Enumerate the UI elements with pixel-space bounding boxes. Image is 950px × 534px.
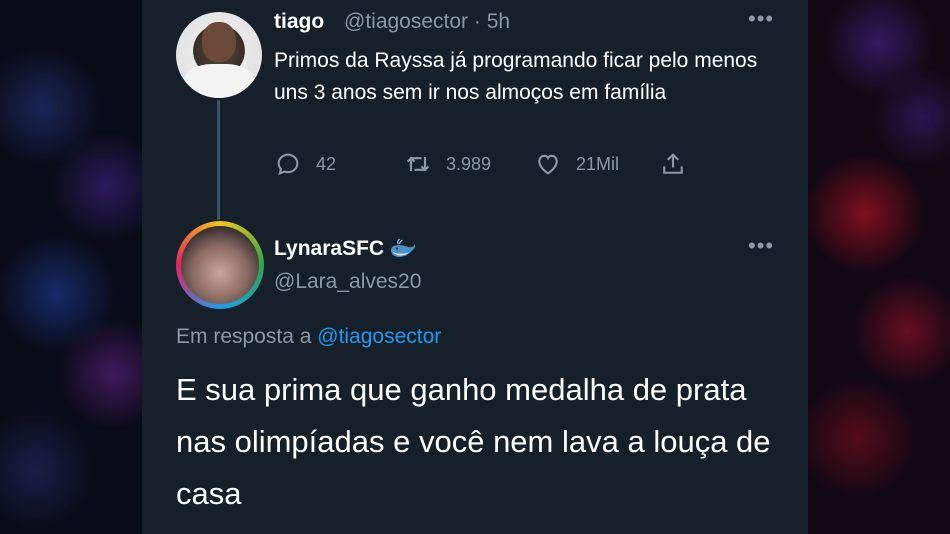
retweet-button[interactable]: 3.989 (404, 150, 491, 178)
avatar-face (202, 22, 236, 62)
tweet-author-handle[interactable]: @tiagosector (344, 10, 468, 33)
tweet-actions: 42 3.989 21Mil (274, 150, 704, 182)
reply-count: 42 (316, 153, 337, 174)
replying-to-prefix: Em resposta a (176, 325, 312, 348)
reply-author-name[interactable]: LynaraSFC (274, 237, 384, 261)
more-horizontal-icon[interactable]: ••• (748, 8, 774, 30)
avatar[interactable] (176, 12, 262, 98)
heart-icon (538, 154, 558, 175)
tweet-time[interactable]: 5h (487, 10, 510, 33)
share-icon (663, 153, 683, 174)
like-button[interactable]: 21Mil (534, 150, 619, 178)
replying-to-mention[interactable]: @tiagosector (317, 325, 441, 348)
like-count: 21Mil (576, 153, 620, 174)
whale-icon (391, 238, 416, 257)
replying-to: Em resposta a @tiagosector (176, 325, 441, 349)
reply-text: E sua prima que ganho medalha de prata n… (176, 372, 771, 511)
thread-connector-line (217, 100, 220, 220)
retweet-count: 3.989 (446, 153, 492, 174)
reply-author-row: LynaraSFC (274, 236, 418, 262)
share-button[interactable] (659, 150, 701, 178)
reply-button[interactable]: 42 (274, 150, 336, 178)
reply-author-handle[interactable]: @Lara_alves20 (274, 270, 421, 294)
tweet-author-meta: @tiagosector · 5h (344, 10, 510, 34)
tweet-text: Primos da Rayssa já programando ficar pe… (274, 49, 758, 104)
tweet-author-name[interactable]: tiago (274, 10, 324, 34)
reply-avatar-photo (181, 226, 259, 304)
more-horizontal-icon[interactable]: ••• (748, 235, 774, 257)
background-bokeh-left (0, 0, 142, 534)
reply-avatar[interactable] (176, 221, 264, 309)
retweet-icon (406, 156, 430, 172)
meta-separator: · (473, 10, 481, 33)
background-bokeh-right (808, 0, 950, 534)
reply-icon (277, 153, 299, 176)
avatar-shirt (184, 64, 254, 98)
tweet-thread-screen: tiago @tiagosector · 5h ••• Primos da Ra… (142, 0, 808, 534)
